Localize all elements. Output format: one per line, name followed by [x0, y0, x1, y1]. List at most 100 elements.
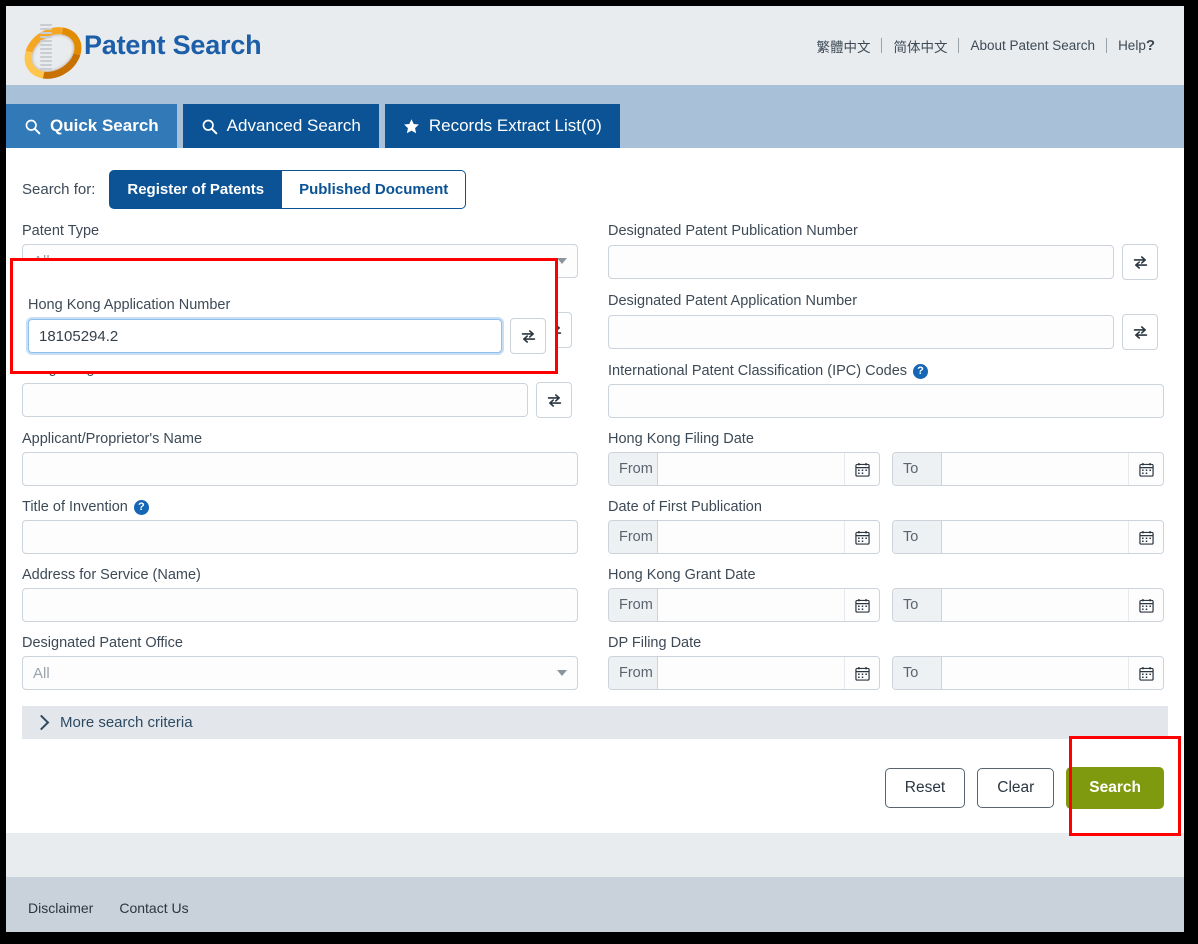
tab-bar: Quick Search Advanced Search Records Ext…: [6, 85, 1184, 148]
hk-application-number-highlight-content: Hong Kong Application Number: [28, 297, 546, 354]
date-to-group: To: [892, 452, 1164, 486]
app-title: Patent Search: [84, 30, 262, 60]
field-label: Applicant/Proprietor's Name: [22, 431, 203, 447]
dp-filing-date-to-input[interactable]: [942, 657, 1128, 689]
date-to-label: To: [893, 453, 942, 485]
page-footer: Disclaimer Contact Us: [6, 877, 1184, 932]
more-search-criteria-toggle[interactable]: More search criteria: [22, 706, 1168, 739]
calendar-icon[interactable]: [1128, 589, 1163, 621]
help-question-icon[interactable]: ?: [133, 499, 149, 515]
hk-patent-publication-number-input[interactable]: [22, 383, 528, 417]
hk-filing-date-to-input[interactable]: [942, 453, 1128, 485]
tab-label: Quick Search: [50, 116, 159, 135]
help-question-icon[interactable]: ?: [913, 363, 929, 379]
hk-application-number-highlight: Hong Kong Application Number: [10, 258, 558, 374]
swap-arrows-icon[interactable]: [536, 382, 572, 418]
nav-traditional-chinese[interactable]: 繁體中文: [805, 36, 881, 56]
title-of-invention-input[interactable]: [22, 520, 578, 554]
page-header: Patent Search 繁體中文 简体中文 About Patent Sea…: [6, 6, 1184, 89]
field-label: Designated Patent Publication Number: [608, 223, 858, 239]
dp-filing-date-from-input[interactable]: [658, 657, 844, 689]
field-label-text: International Patent Classification (IPC…: [608, 363, 908, 379]
tab-label: Advanced Search: [226, 116, 361, 135]
field-dp-publication-number: Designated Patent Publication Number: [608, 223, 1164, 280]
field-label: Designated Patent Office: [22, 635, 183, 651]
hk-grant-date-from-input[interactable]: [658, 589, 844, 621]
address-for-service-input[interactable]: [22, 588, 578, 622]
date-from-label: From: [609, 453, 658, 485]
nav-about-patent-search[interactable]: About Patent Search: [959, 38, 1106, 53]
date-to-group: To: [892, 520, 1164, 554]
clear-button[interactable]: Clear: [977, 768, 1055, 808]
segment-register-of-patents[interactable]: Register of Patents: [109, 170, 283, 209]
calendar-icon[interactable]: [844, 657, 879, 689]
swap-arrows-icon[interactable]: [510, 318, 546, 354]
date-from-group: From: [608, 656, 880, 690]
field-label: Title of Invention ?: [22, 499, 578, 515]
swap-arrows-icon[interactable]: [1122, 244, 1158, 280]
search-button[interactable]: Search: [1066, 767, 1164, 809]
search-for-row: Search for: Register of Patents Publishe…: [6, 148, 1184, 209]
dp-publication-number-input[interactable]: [608, 245, 1114, 279]
field-label: Hong Kong Filing Date: [608, 431, 754, 447]
ipc-codes-input[interactable]: [608, 384, 1164, 418]
magnifier-icon: [24, 118, 41, 135]
field-title-of-invention: Title of Invention ?: [22, 499, 578, 554]
field-applicant-name: Applicant/Proprietor's Name: [22, 431, 578, 486]
field-ipc-codes: International Patent Classification (IPC…: [608, 363, 1164, 418]
swap-arrows-icon[interactable]: [1122, 314, 1158, 350]
date-to-group: To: [892, 656, 1164, 690]
calendar-icon[interactable]: [1128, 657, 1163, 689]
help-question-icon: ?: [1145, 37, 1155, 54]
footer-link-disclaimer[interactable]: Disclaimer: [28, 900, 93, 916]
first-publication-date-from-input[interactable]: [658, 521, 844, 553]
field-label: DP Filing Date: [608, 635, 702, 651]
tab-advanced-search[interactable]: Advanced Search: [182, 104, 379, 148]
dp-application-number-input[interactable]: [608, 315, 1114, 349]
nav-simplified-chinese[interactable]: 简体中文: [882, 36, 958, 56]
nav-help[interactable]: Help?: [1107, 37, 1166, 54]
calendar-icon[interactable]: [844, 521, 879, 553]
field-date-of-first-publication: Date of First Publication From To: [608, 499, 1164, 554]
date-from-label: From: [609, 589, 658, 621]
calendar-icon[interactable]: [844, 453, 879, 485]
content-bottom-band: [6, 833, 1184, 877]
field-label: Address for Service (Name): [22, 567, 201, 583]
date-from-group: From: [608, 520, 880, 554]
search-for-label: Search for:: [22, 181, 96, 198]
calendar-icon[interactable]: [844, 589, 879, 621]
tab-quick-search[interactable]: Quick Search: [6, 104, 177, 148]
calendar-icon[interactable]: [1128, 521, 1163, 553]
tab-records-extract-list[interactable]: Records Extract List(0): [384, 104, 620, 148]
browser-window: Patent Search 繁體中文 简体中文 About Patent Sea…: [6, 6, 1184, 932]
hk-filing-date-from-input[interactable]: [658, 453, 844, 485]
logo-area: Patent Search: [6, 16, 262, 89]
date-from-label: From: [609, 657, 658, 689]
hk-grant-date-to-input[interactable]: [942, 589, 1128, 621]
field-dp-application-number: Designated Patent Application Number: [608, 293, 1164, 350]
date-from-label: From: [609, 521, 658, 553]
field-dp-filing-date: DP Filing Date From To: [608, 635, 1164, 690]
hk-application-number-input[interactable]: [28, 319, 502, 353]
applicant-name-input[interactable]: [22, 452, 578, 486]
field-label: Date of First Publication: [608, 499, 762, 515]
reset-button[interactable]: Reset: [884, 768, 966, 808]
calendar-icon[interactable]: [1128, 453, 1163, 485]
designated-patent-office-select[interactable]: All: [22, 656, 578, 690]
field-designated-patent-office: Designated Patent Office All: [22, 635, 578, 690]
field-label: International Patent Classification (IPC…: [608, 363, 1164, 379]
search-for-toggle-group: Register of Patents Published Document: [109, 170, 467, 209]
field-hong-kong-filing-date: Hong Kong Filing Date From To: [608, 431, 1164, 486]
field-label: Patent Type: [22, 223, 100, 239]
date-to-label: To: [893, 521, 942, 553]
nav-help-label: Help: [1118, 38, 1146, 53]
footer-link-contact-us[interactable]: Contact Us: [119, 900, 188, 916]
field-address-for-service: Address for Service (Name): [22, 567, 578, 622]
magnifier-icon: [201, 118, 218, 135]
field-label: Designated Patent Application Number: [608, 293, 858, 309]
field-label: Hong Kong Application Number: [28, 297, 231, 313]
first-publication-date-to-input[interactable]: [942, 521, 1128, 553]
form-action-buttons: Reset Clear Search: [6, 739, 1184, 833]
chevron-down-icon: [557, 670, 567, 676]
segment-published-document[interactable]: Published Document: [282, 170, 467, 209]
